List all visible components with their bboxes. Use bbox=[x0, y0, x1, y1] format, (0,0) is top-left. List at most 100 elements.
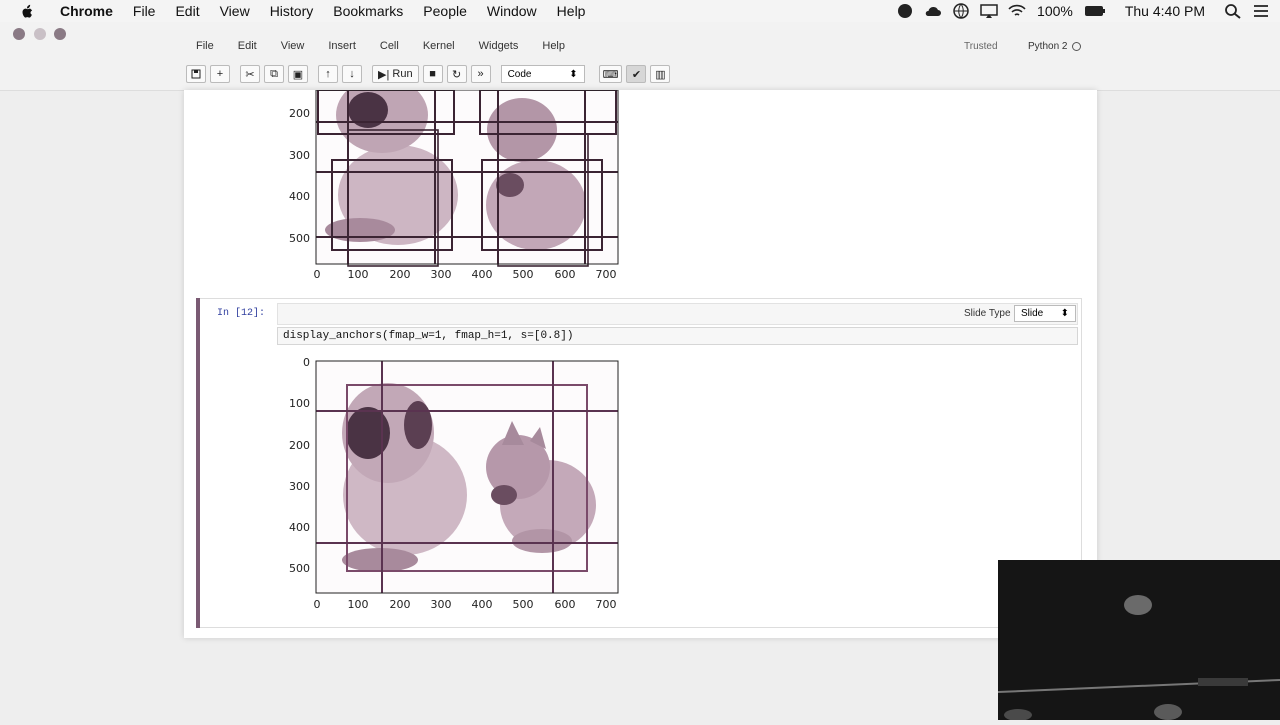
jmenu-cell[interactable]: Cell bbox=[380, 40, 399, 52]
insert-cell-button[interactable]: + bbox=[210, 65, 230, 83]
mac-menu-bar: Chrome File Edit View History Bookmarks … bbox=[0, 0, 1280, 22]
menu-help[interactable]: Help bbox=[557, 3, 586, 19]
bottom-y-axis: 0 100 200 300 400 500 bbox=[289, 356, 310, 575]
cell-toolbar bbox=[277, 303, 1078, 325]
y-tick-label: 400 bbox=[289, 190, 310, 203]
cell-type-select[interactable]: Code ⬍ bbox=[500, 65, 585, 83]
x-tick-label: 700 bbox=[596, 598, 617, 611]
arrow-up-icon: ↑ bbox=[325, 68, 331, 80]
code-editor[interactable]: display_anchors(fmap_w=1, fmap_h=1, s=[0… bbox=[277, 327, 1078, 345]
y-tick-label: 300 bbox=[289, 149, 310, 162]
y-tick-label: 400 bbox=[289, 521, 310, 534]
run-label: Run bbox=[392, 68, 413, 80]
cloud-icon[interactable] bbox=[924, 3, 942, 19]
airplay-icon[interactable] bbox=[980, 3, 998, 19]
copy-button[interactable]: ⧉ bbox=[264, 65, 284, 83]
x-tick-label: 400 bbox=[472, 268, 493, 281]
bar-chart-icon: ▥ bbox=[655, 68, 666, 81]
jmenu-file[interactable]: File bbox=[196, 40, 214, 52]
menu-window[interactable]: Window bbox=[487, 3, 537, 19]
plus-icon: + bbox=[216, 68, 224, 80]
jmenu-view[interactable]: View bbox=[281, 40, 305, 52]
move-up-button[interactable]: ↑ bbox=[318, 65, 338, 83]
top-plot: 200 300 400 500 0 100 200 300 400 500 60… bbox=[289, 90, 619, 281]
jmenu-edit[interactable]: Edit bbox=[238, 40, 257, 52]
x-tick-label: 0 bbox=[314, 598, 321, 611]
scissors-icon: ✂ bbox=[245, 68, 255, 81]
x-tick-label: 100 bbox=[348, 598, 369, 611]
menu-app-chrome[interactable]: Chrome bbox=[60, 3, 113, 19]
trusted-badge[interactable]: Trusted bbox=[964, 41, 998, 52]
check-icon: ✔ bbox=[631, 68, 642, 81]
check-button[interactable]: ✔ bbox=[626, 65, 647, 83]
y-tick-label: 500 bbox=[289, 562, 310, 575]
bottom-plot: 0 100 200 300 400 500 0 100 200 300 400 … bbox=[289, 356, 619, 611]
menu-file[interactable]: File bbox=[133, 3, 156, 19]
globe-icon[interactable] bbox=[952, 3, 970, 19]
paste-button[interactable]: ▣ bbox=[288, 65, 308, 83]
bottom-plot-image bbox=[316, 361, 618, 593]
x-tick-label: 100 bbox=[348, 268, 369, 281]
webcam-feed bbox=[997, 595, 1280, 721]
y-tick-label: 100 bbox=[289, 397, 310, 410]
top-y-axis: 200 300 400 500 bbox=[289, 107, 310, 245]
kernel-indicator[interactable]: Python 2 bbox=[1028, 41, 1082, 52]
x-tick-label: 200 bbox=[390, 268, 411, 281]
x-tick-label: 400 bbox=[472, 598, 493, 611]
spotlight-search-icon[interactable] bbox=[1224, 3, 1242, 19]
menu-view[interactable]: View bbox=[220, 3, 250, 19]
x-tick-label: 200 bbox=[390, 598, 411, 611]
cut-button[interactable]: ✂ bbox=[240, 65, 260, 83]
save-button[interactable] bbox=[186, 65, 206, 83]
x-tick-label: 500 bbox=[513, 598, 534, 611]
cell-type-value: Code bbox=[507, 68, 532, 80]
select-arrows-icon: ⬍ bbox=[569, 68, 578, 80]
menu-history[interactable]: History bbox=[270, 3, 314, 19]
wifi-icon[interactable] bbox=[1008, 3, 1026, 19]
select-arrows-icon: ⬍ bbox=[1060, 308, 1069, 319]
top-x-axis: 0 100 200 300 400 500 600 700 bbox=[314, 268, 617, 281]
slide-type-select[interactable]: Slide ⬍ bbox=[1014, 305, 1076, 322]
slide-type-label: Slide Type bbox=[964, 308, 1011, 319]
x-tick-label: 500 bbox=[513, 268, 534, 281]
kernel-status-icon bbox=[1072, 41, 1082, 51]
jmenu-insert[interactable]: Insert bbox=[328, 40, 356, 52]
notebook-toolbar: + ✂ ⧉ ▣ ↑ ↓ ▶| Run ■ ↻ » Code ⬍ ⌨ ✔ ▥ bbox=[186, 65, 674, 83]
x-tick-label: 0 bbox=[314, 268, 321, 281]
window-zoom-button[interactable] bbox=[54, 28, 66, 40]
y-tick-label: 500 bbox=[289, 232, 310, 245]
jmenu-widgets[interactable]: Widgets bbox=[479, 40, 519, 52]
interrupt-button[interactable]: ■ bbox=[422, 65, 443, 83]
command-palette-button[interactable]: ⌨ bbox=[598, 65, 623, 83]
battery-percent: 100% bbox=[1037, 3, 1073, 19]
jmenu-help[interactable]: Help bbox=[542, 40, 565, 52]
fast-forward-icon: » bbox=[477, 68, 484, 80]
jupyter-menu: File Edit View Insert Cell Kernel Widget… bbox=[196, 40, 589, 52]
notification-list-icon[interactable] bbox=[1252, 3, 1270, 19]
status-circle-icon[interactable] bbox=[896, 3, 914, 19]
y-tick-label: 300 bbox=[289, 480, 310, 493]
chart-button[interactable]: ▥ bbox=[650, 65, 671, 83]
x-tick-label: 600 bbox=[555, 268, 576, 281]
window-minimize-button[interactable] bbox=[34, 28, 46, 40]
run-button[interactable]: ▶| Run bbox=[372, 65, 419, 83]
window-close-button[interactable] bbox=[13, 28, 25, 40]
x-tick-label: 300 bbox=[431, 598, 452, 611]
battery-icon[interactable] bbox=[1084, 3, 1106, 19]
apple-icon[interactable] bbox=[18, 2, 36, 20]
jmenu-kernel[interactable]: Kernel bbox=[423, 40, 455, 52]
restart-run-all-button[interactable]: » bbox=[470, 65, 491, 83]
copy-icon: ⧉ bbox=[270, 67, 278, 80]
menu-people[interactable]: People bbox=[423, 3, 467, 19]
menu-bookmarks[interactable]: Bookmarks bbox=[333, 3, 403, 19]
restart-icon: ↻ bbox=[451, 68, 462, 81]
step-icon: ▶| bbox=[378, 68, 390, 81]
clock[interactable]: Thu 4:40 PM bbox=[1125, 3, 1205, 19]
x-tick-label: 600 bbox=[555, 598, 576, 611]
restart-button[interactable]: ↻ bbox=[446, 65, 467, 83]
slide-type-value: Slide bbox=[1021, 308, 1044, 319]
x-tick-label: 300 bbox=[431, 268, 452, 281]
move-down-button[interactable]: ↓ bbox=[342, 65, 362, 83]
menu-edit[interactable]: Edit bbox=[175, 3, 199, 19]
y-tick-label: 200 bbox=[289, 439, 310, 452]
